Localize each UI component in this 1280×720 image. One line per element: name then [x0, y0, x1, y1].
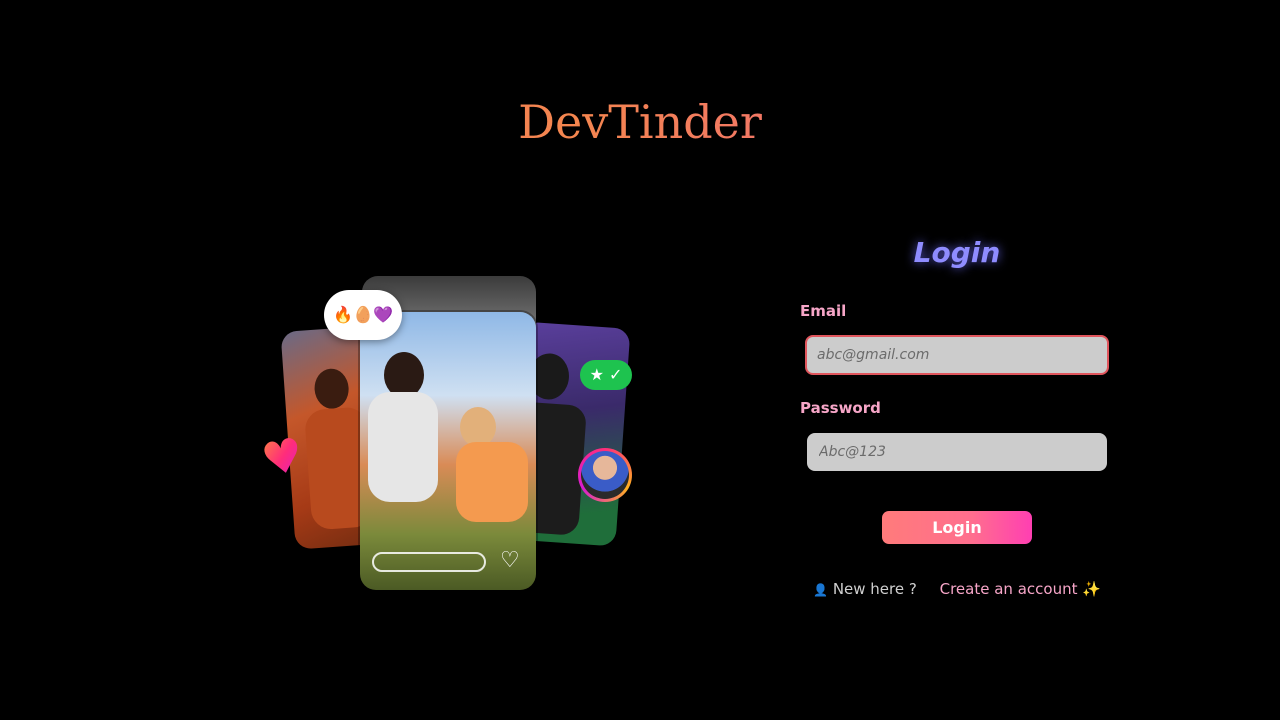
brand-title: DevTinder	[0, 92, 1280, 152]
signup-row: 👤 New here ? Create an account ✨	[800, 578, 1114, 601]
password-field[interactable]	[807, 433, 1107, 471]
emoji-reaction-bubble: 🔥🥚💜	[324, 290, 402, 340]
reply-bar	[372, 552, 486, 572]
login-button[interactable]: Login	[882, 511, 1032, 544]
new-here-text: New here ?	[832, 580, 917, 598]
like-icon: ♡	[500, 548, 520, 573]
user-add-icon: 👤	[813, 583, 829, 597]
star-badge-icon: ★ ✓	[580, 360, 632, 390]
hero-collage: ♡ 🔥🥚💜 ♥ ★ ✓	[250, 270, 650, 600]
login-heading: Login	[913, 236, 1001, 269]
avatar	[578, 448, 632, 502]
password-label: Password	[800, 399, 881, 417]
email-label: Email	[800, 302, 847, 320]
email-field[interactable]	[805, 335, 1109, 375]
create-account-link[interactable]: Create an account ✨	[940, 580, 1101, 598]
